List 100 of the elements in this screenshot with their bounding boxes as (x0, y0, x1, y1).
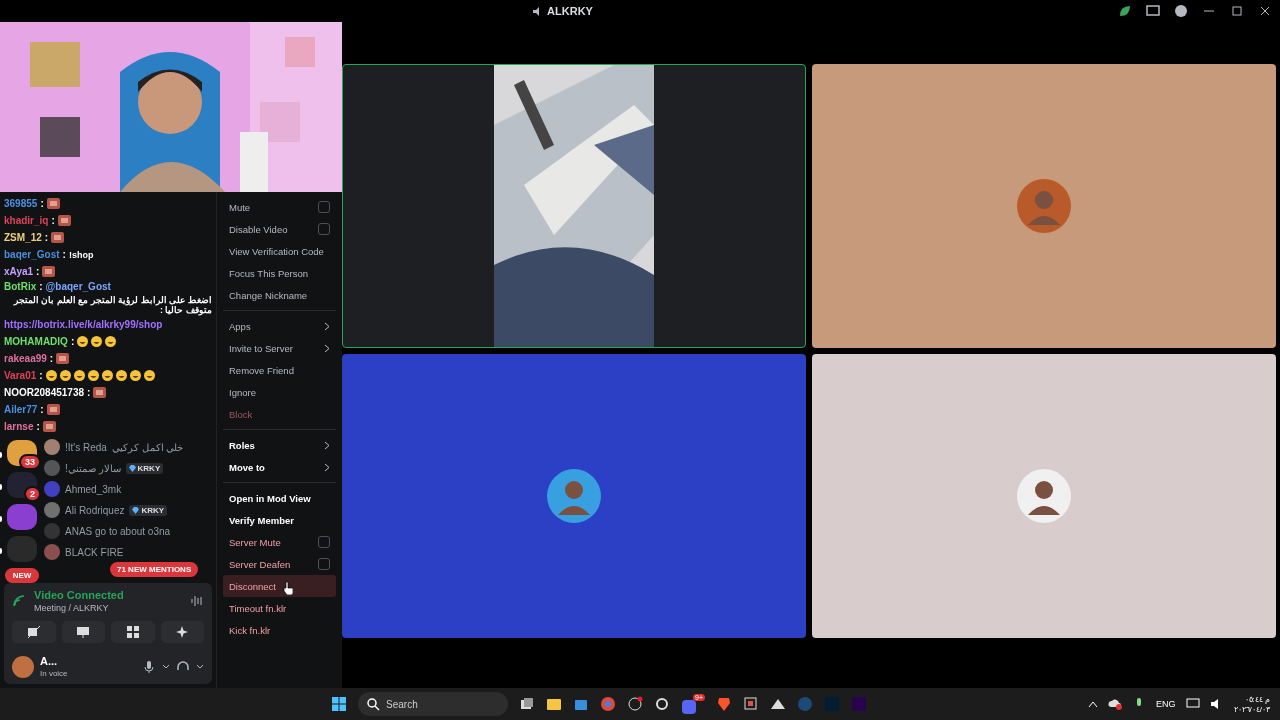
activities-button[interactable] (111, 621, 155, 643)
menu-item[interactable]: Open in Mod View (223, 487, 336, 509)
sticker-icon (93, 387, 107, 398)
menu-item[interactable]: Verify Member (223, 509, 336, 531)
menu-item[interactable]: Timeout fn.klr (223, 597, 336, 619)
sticker-icon (56, 353, 70, 364)
soundboard-button[interactable] (160, 621, 204, 643)
grid-icon (125, 625, 140, 639)
menu-item[interactable]: Move to (223, 456, 336, 478)
colon: : (40, 198, 44, 209)
menu-item[interactable]: Ignore (223, 381, 336, 403)
chevron-right-icon[interactable] (324, 343, 330, 353)
checkbox[interactable] (318, 558, 330, 570)
member-name[interactable]: ANAS go to about o3na (65, 525, 171, 537)
checkbox[interactable] (318, 223, 330, 235)
menu-item[interactable]: Server Deafen (223, 553, 336, 575)
menu-item[interactable]: Remove Friend (223, 359, 336, 381)
menu-item[interactable]: Kick fn.klr (223, 619, 336, 641)
screen-share-button[interactable] (61, 621, 105, 643)
laughing-face-icon (87, 370, 99, 381)
waveform-icon[interactable] (190, 594, 204, 608)
menu-item[interactable]: Invite to Server (223, 337, 336, 359)
chevron-up-icon[interactable] (1088, 700, 1099, 708)
monitor-icon[interactable] (1185, 697, 1200, 711)
mention[interactable]: @baqer_Gost (45, 281, 111, 292)
clock-time[interactable]: م ٠٥:٤٤ (1244, 694, 1270, 704)
menu-item[interactable]: Apps (223, 315, 336, 337)
menu-item[interactable]: Focus This Person (223, 262, 336, 284)
member-name[interactable]: Ali Rodriquez (65, 504, 125, 516)
laughing-face-icon (105, 336, 117, 347)
chat-username: xAya1 (4, 266, 34, 277)
menu-item[interactable]: Disable Video (223, 218, 336, 240)
chevron-down-icon[interactable] (162, 663, 170, 670)
sticker-icon (42, 421, 56, 432)
laughing-face-icon (101, 370, 113, 381)
count-badge: 2 (24, 486, 41, 502)
maximize-icon[interactable] (1230, 4, 1244, 18)
avatar (44, 523, 60, 539)
hand-cursor-icon (283, 581, 293, 595)
colon: : (62, 249, 66, 260)
laughing-face-icon (143, 370, 155, 381)
chat-username: baqer_Gost (4, 249, 60, 260)
chrome-icon[interactable] (600, 696, 616, 712)
laughing-face-icon (91, 336, 103, 347)
sticker-icon (46, 404, 60, 415)
connection-status: Video Connected (34, 589, 125, 601)
colon: : (36, 421, 40, 432)
chat-link[interactable]: https://botrix.live/k/alkrky99/shop (4, 319, 163, 330)
laughing-face-icon (129, 370, 141, 381)
chevron-right-icon[interactable] (324, 440, 330, 450)
microphone-icon[interactable] (142, 659, 156, 674)
sparkle-icon (175, 625, 190, 639)
window-title: ALKRKY (547, 5, 593, 17)
sticker-icon (46, 198, 60, 209)
avatar (44, 544, 60, 560)
menu-item[interactable]: Mute (223, 196, 336, 218)
member-name[interactable]: سالار صمتني! (65, 462, 121, 474)
camera-off-icon (26, 625, 41, 639)
chevron-right-icon[interactable] (324, 462, 330, 472)
user-status: In voice (40, 669, 69, 678)
colon: : (49, 353, 54, 364)
username: A... (40, 655, 59, 667)
windows-icon[interactable] (331, 696, 347, 712)
avatar (1017, 179, 1071, 233)
menu-item[interactable]: Disconnect (223, 575, 336, 597)
laughing-face-icon (45, 370, 57, 381)
folder-icon[interactable] (546, 696, 562, 712)
sticker-icon (51, 232, 65, 243)
new-badge[interactable]: NEW (4, 568, 40, 583)
menu-item[interactable]: Roles (223, 434, 336, 456)
colon: : (44, 232, 49, 243)
chevron-down-icon[interactable] (196, 663, 204, 670)
menu-item[interactable]: Server Mute (223, 531, 336, 553)
colon: : (70, 336, 75, 347)
chevron-right-icon[interactable] (324, 321, 330, 331)
chat-message: !shop (68, 249, 94, 260)
snipping-icon[interactable] (743, 696, 759, 712)
search-field[interactable]: Search (358, 692, 508, 716)
member-name[interactable]: BLACK FIRE (65, 546, 124, 558)
language-indicator[interactable]: ENG (1156, 699, 1176, 709)
clock-date[interactable]: ٢٠٢٦/٠٤/٠٣ (1233, 704, 1270, 714)
checkbox[interactable] (318, 536, 330, 548)
cloud-icon[interactable] (1108, 697, 1123, 711)
mentions-badge[interactable]: 71 NEW MENTIONS (110, 562, 199, 577)
colon: : (51, 215, 55, 226)
chat-username: ZSM_12 (4, 232, 42, 243)
chat-username: Vara01 (4, 370, 37, 381)
member-name[interactable]: !It's Reda (65, 441, 107, 453)
menu-item[interactable]: Change Nickname (223, 284, 336, 306)
colon: : (39, 370, 43, 381)
task-view-icon[interactable] (519, 696, 535, 712)
checkbox[interactable] (318, 201, 330, 213)
close-icon[interactable] (1258, 4, 1272, 18)
avatar (44, 460, 60, 476)
leaf-icon[interactable] (1118, 4, 1132, 18)
member-name[interactable]: Ahmed_3mk (65, 483, 122, 495)
sticker-icon (42, 266, 56, 277)
screen-icon[interactable] (1146, 4, 1160, 18)
camera-off-button[interactable] (12, 621, 56, 643)
menu-item[interactable]: View Verification Code (223, 240, 336, 262)
